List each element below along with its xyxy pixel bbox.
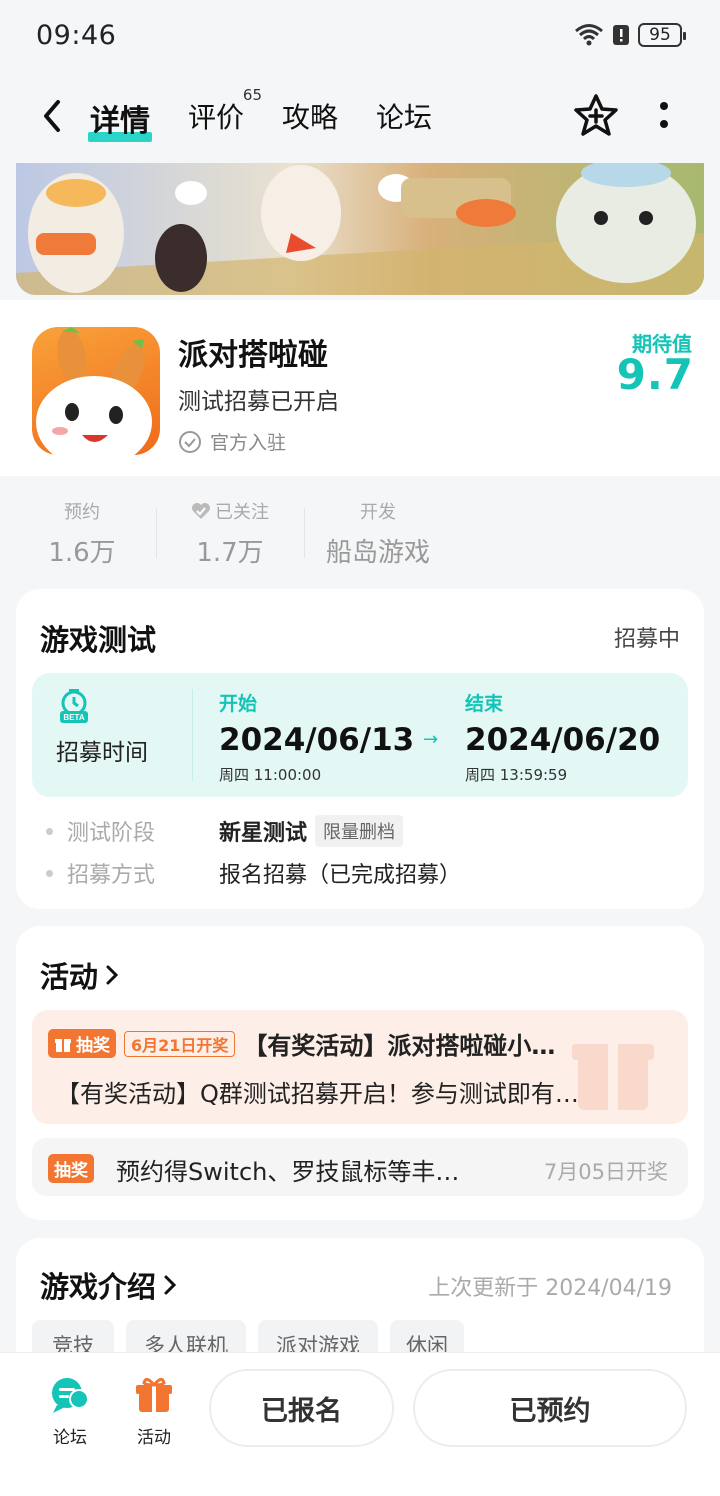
status-bar: 09:46 95: [0, 0, 720, 70]
intro-updated: 上次更新于 2024/04/19: [428, 1276, 672, 1301]
activity-item-2[interactable]: 抽奖 预约得Switch、罗技鼠标等丰… 7月05日开奖: [32, 1138, 688, 1196]
verified-check-icon: [179, 430, 201, 453]
battery-indicator: 95: [638, 23, 686, 47]
lottery-badge: 抽奖: [48, 1154, 94, 1183]
test-stage-key: 测试阶段: [67, 821, 156, 846]
game-header: 派对搭啦碰 测试招募已开启 官方入驻 期待值 9.7: [0, 300, 720, 476]
review-count-badge: 65: [242, 86, 263, 104]
lottery-badge-label: 抽奖: [76, 1036, 110, 1056]
bottom-action-bar: 论坛 活动 已报名 已预约: [0, 1352, 720, 1496]
status-icons: 95: [574, 23, 686, 47]
forum-chat-icon: [52, 1378, 89, 1413]
tab-details-label: 详情: [90, 104, 150, 139]
recruit-divider: [192, 689, 193, 781]
start-date: 2024/06/13: [219, 722, 415, 758]
stat-followers-value: 1.7万: [196, 538, 264, 568]
game-banner-image[interactable]: [16, 163, 704, 295]
recruit-method-row: 招募方式 报名招募（已完成招募）: [46, 857, 461, 889]
game-app-icon[interactable]: [32, 327, 160, 455]
game-subtitle: 测试招募已开启: [178, 389, 339, 415]
stat-divider: [304, 508, 305, 558]
arrow-icon: →: [423, 729, 439, 750]
wifi-icon: [575, 24, 603, 46]
stat-developer-value: 船岛游戏: [325, 538, 430, 568]
bullet-dot: [46, 827, 53, 835]
intro-title: 游戏介绍: [40, 1270, 157, 1304]
draw-date-badge: 6月21日开奖: [124, 1030, 236, 1057]
back-icon[interactable]: [34, 94, 74, 138]
stat-divider: [156, 508, 157, 558]
activity-header[interactable]: 活动: [40, 954, 120, 996]
stat-developer[interactable]: 开发 船岛游戏: [318, 478, 438, 569]
official-badge: 官方入驻: [178, 428, 286, 455]
activity-item-1-title: 【有奖活动】派对搭啦碰小…: [243, 1032, 556, 1060]
stat-reservations-value: 1.6万: [48, 538, 116, 568]
game-test-card: 游戏测试 招募中 BETA 招募时间 开始 2024/06/13 周四 11:0…: [16, 589, 704, 909]
tab-reviews-label: 评价: [188, 101, 245, 134]
end-weekday-time: 周四 13:59:59: [465, 766, 568, 784]
gift-icon: [136, 1378, 172, 1412]
test-stage-tag: 限量删档: [315, 815, 404, 847]
more-options-icon[interactable]: [652, 98, 676, 138]
favorite-star-icon[interactable]: [572, 92, 620, 140]
game-test-title: 游戏测试: [40, 623, 157, 657]
alert-icon: [613, 25, 629, 45]
tab-forum-label: 论坛: [376, 101, 433, 134]
recruit-method-value: 报名招募（已完成招募）: [219, 863, 462, 888]
heart-icon: [192, 503, 210, 519]
activity-title: 活动: [40, 960, 99, 994]
tab-guides[interactable]: 攻略: [280, 90, 340, 146]
start-weekday-time: 周四 11:00:00: [219, 766, 322, 784]
activity-item-1-desc: 【有奖活动】Q群测试招募开启！参与测试即有…: [56, 1080, 579, 1108]
stat-developer-label: 开发: [360, 502, 396, 523]
stats-row: 预约 1.6万 已关注 1.7万 开发 船岛游戏: [0, 478, 720, 578]
test-stage-row: 测试阶段 新星测试 限量删档: [46, 815, 404, 847]
start-label: 开始: [219, 693, 258, 715]
forum-shortcut-label: 论坛: [53, 1428, 87, 1448]
signed-up-button[interactable]: 已报名: [209, 1369, 394, 1447]
stat-followers[interactable]: 已关注 1.7万: [180, 478, 280, 569]
beta-timer-icon: BETA: [60, 689, 88, 723]
bullet-dot: [46, 869, 53, 877]
forum-shortcut[interactable]: 论坛: [40, 1375, 100, 1448]
status-time: 09:46: [36, 19, 117, 51]
recruit-method-key: 招募方式: [67, 863, 156, 888]
tab-details[interactable]: 详情: [88, 90, 152, 146]
chevron-right-icon: [164, 1275, 177, 1295]
tab-forum[interactable]: 论坛: [374, 90, 434, 146]
activity-item-2-title: 预约得Switch、罗技鼠标等丰…: [116, 1158, 460, 1186]
lottery-badge: 抽奖: [48, 1029, 116, 1058]
end-time: 结束 2024/06/20 周四 13:59:59: [465, 689, 660, 785]
activity-item-2-date: 7月05日开奖: [543, 1160, 668, 1184]
top-nav: 详情 评价 65 攻略 论坛: [0, 78, 720, 154]
recruit-time-label: 招募时间: [56, 740, 148, 766]
tab-guides-label: 攻略: [282, 101, 339, 134]
activity-shortcut[interactable]: 活动: [124, 1375, 184, 1448]
beta-badge-text: BETA: [63, 713, 84, 722]
activity-item-1[interactable]: 抽奖 6月21日开奖 【有奖活动】派对搭啦碰小… 【有奖活动】Q群测试招募开启！…: [32, 1010, 688, 1124]
stat-reservations: 预约 1.6万: [40, 478, 124, 569]
activity-card: 活动 抽奖 6月21日开奖 【有奖活动】派对搭啦碰小… 【有奖活动】Q群测试招募…: [16, 926, 704, 1220]
game-title: 派对搭啦碰: [178, 338, 328, 373]
tab-bar: 详情 评价 65 攻略 论坛: [88, 86, 468, 146]
activity-item-1-header: 抽奖 6月21日开奖 【有奖活动】派对搭啦碰小…: [48, 1026, 668, 1061]
stat-followers-label: 已关注: [215, 502, 269, 523]
end-date: 2024/06/20: [465, 722, 661, 758]
reserved-button[interactable]: 已预约: [413, 1369, 687, 1447]
test-stage-value: 新星测试: [219, 821, 308, 846]
banner-art: [16, 163, 704, 295]
gift-icon: [55, 1038, 71, 1052]
tab-reviews[interactable]: 评价 65: [186, 86, 262, 146]
start-time: 开始 2024/06/13 周四 11:00:00: [219, 689, 414, 785]
intro-header[interactable]: 游戏介绍: [40, 1264, 178, 1306]
official-label: 官方入驻: [210, 432, 287, 454]
stat-reservations-label: 预约: [64, 502, 100, 523]
expect-score: 9.7: [616, 350, 694, 399]
activity-shortcut-label: 活动: [137, 1428, 171, 1448]
chevron-right-icon: [106, 965, 119, 985]
game-icon-art: [36, 327, 152, 455]
end-label: 结束: [465, 693, 504, 715]
recruit-status: 招募中: [613, 627, 680, 652]
recruit-time-box: BETA 招募时间 开始 2024/06/13 周四 11:00:00 → 结束…: [32, 673, 688, 797]
